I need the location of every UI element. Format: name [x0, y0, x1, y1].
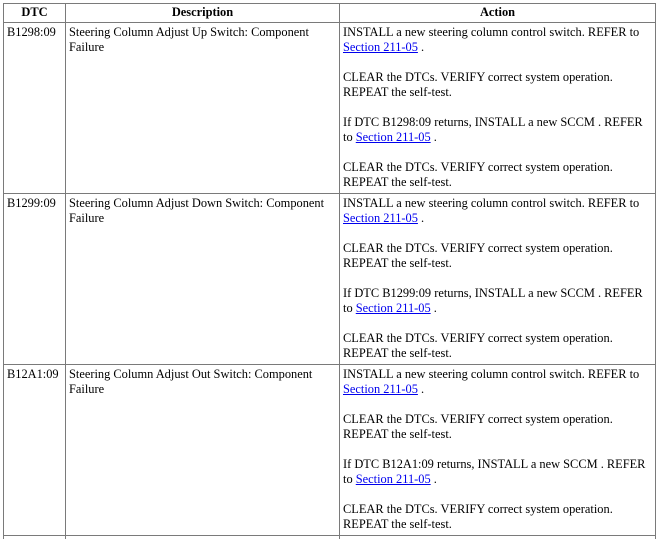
- action-cell: INSTALL a new steering column control sw…: [339, 193, 656, 365]
- dtc-description: Steering Column Adjust Down Switch: Comp…: [65, 193, 340, 365]
- action-step: CLEAR the DTCs. VERIFY correct system op…: [343, 160, 652, 190]
- action-cell: INSTALL a new steering column control sw…: [339, 22, 656, 194]
- step-tail: .: [430, 472, 437, 486]
- header-action: Action: [339, 3, 656, 23]
- header-dtc: DTC: [3, 3, 66, 23]
- dtc-description: Steering Column Adjust Up Switch: Compon…: [65, 22, 340, 194]
- action-step: CLEAR the DTCs. VERIFY correct system op…: [343, 412, 652, 442]
- action-step: CLEAR the DTCs. VERIFY correct system op…: [343, 502, 652, 532]
- table-row: B1298:09 Steering Column Adjust Up Switc…: [3, 22, 656, 194]
- table-row: B1299:09 Steering Column Adjust Down Swi…: [3, 193, 656, 365]
- header-description: Description: [65, 3, 340, 23]
- action-step: CLEAR the DTCs. VERIFY correct system op…: [343, 331, 652, 361]
- step-text: CLEAR the DTCs. VERIFY correct system op…: [343, 502, 613, 531]
- table-cell-empty: [339, 535, 656, 539]
- table-cell-empty: [65, 535, 340, 539]
- step-tail: .: [430, 301, 437, 315]
- step-text: CLEAR the DTCs. VERIFY correct system op…: [343, 331, 613, 360]
- section-link[interactable]: Section 211-05: [343, 382, 418, 396]
- action-step: CLEAR the DTCs. VERIFY correct system op…: [343, 241, 652, 271]
- step-text: CLEAR the DTCs. VERIFY correct system op…: [343, 160, 613, 189]
- dtc-code: B1298:09: [3, 22, 66, 194]
- step-text: CLEAR the DTCs. VERIFY correct system op…: [343, 70, 613, 99]
- step-tail: .: [417, 382, 425, 396]
- step-tail: .: [417, 40, 425, 54]
- table-row: B12A1:09 Steering Column Adjust Out Swit…: [3, 364, 656, 536]
- action-step: CLEAR the DTCs. VERIFY correct system op…: [343, 70, 652, 100]
- section-link[interactable]: Section 211-05: [356, 301, 431, 315]
- action-step: INSTALL a new steering column control sw…: [343, 367, 652, 397]
- step-text: INSTALL a new steering column control sw…: [343, 196, 640, 210]
- dtc-code: B12A1:09: [3, 364, 66, 536]
- action-cell: INSTALL a new steering column control sw…: [339, 364, 656, 536]
- action-step: INSTALL a new steering column control sw…: [343, 25, 652, 55]
- section-link[interactable]: Section 211-05: [343, 40, 418, 54]
- step-text: INSTALL a new steering column control sw…: [343, 25, 640, 39]
- action-step: If DTC B1299:09 returns, INSTALL a new S…: [343, 286, 652, 316]
- section-link[interactable]: Section 211-05: [356, 130, 431, 144]
- section-link[interactable]: Section 211-05: [343, 211, 418, 225]
- action-step: INSTALL a new steering column control sw…: [343, 196, 652, 226]
- table-cell-empty: [3, 535, 66, 539]
- step-tail: .: [430, 130, 437, 144]
- table-row-partial: [3, 535, 656, 539]
- action-step: If DTC B12A1:09 returns, INSTALL a new S…: [343, 457, 652, 487]
- step-tail: .: [417, 211, 425, 225]
- step-text: CLEAR the DTCs. VERIFY correct system op…: [343, 412, 613, 441]
- header-row: DTC Description Action: [3, 3, 656, 23]
- section-link[interactable]: Section 211-05: [356, 472, 431, 486]
- step-text: CLEAR the DTCs. VERIFY correct system op…: [343, 241, 613, 270]
- step-text: INSTALL a new steering column control sw…: [343, 367, 640, 381]
- dtc-code: B1299:09: [3, 193, 66, 365]
- action-step: If DTC B1298:09 returns, INSTALL a new S…: [343, 115, 652, 145]
- dtc-table: DTC Description Action B1298:09 Steering…: [3, 3, 656, 539]
- dtc-description: Steering Column Adjust Out Switch: Compo…: [65, 364, 340, 536]
